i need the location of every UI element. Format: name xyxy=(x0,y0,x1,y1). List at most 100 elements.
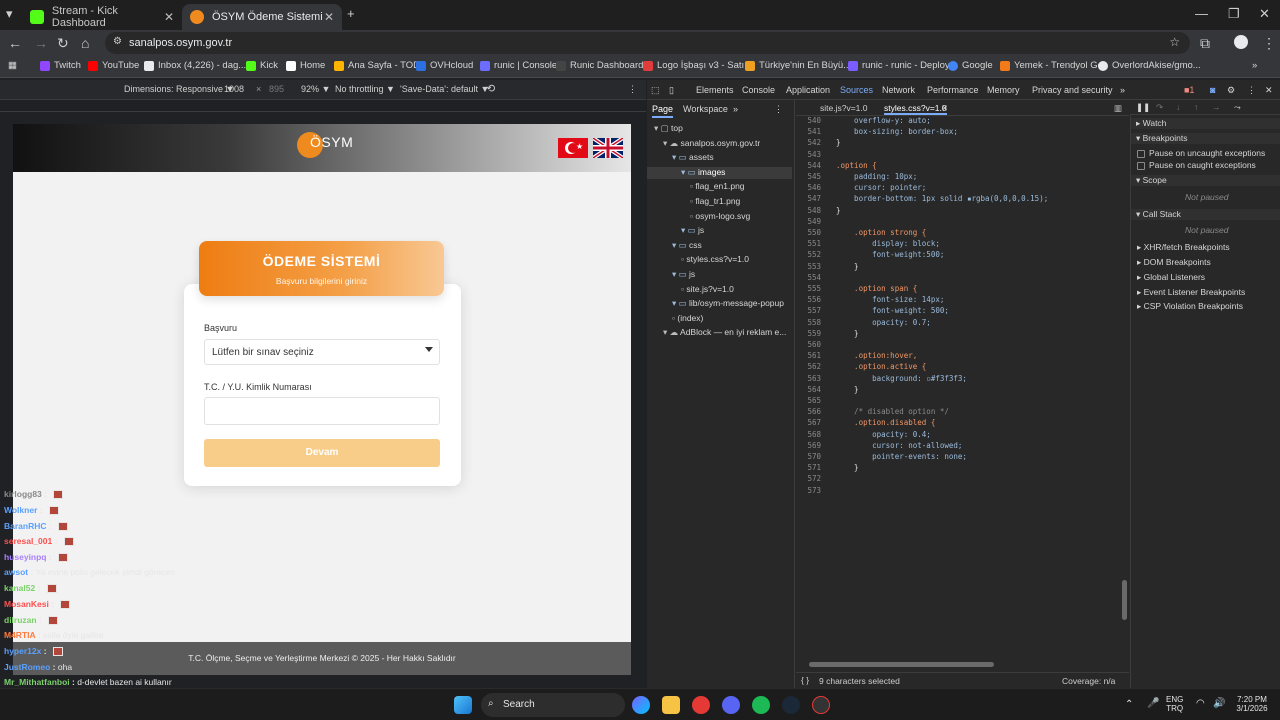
rotate-icon[interactable]: ⟲ xyxy=(486,82,495,95)
code-line[interactable]: box-sizing: border-box; xyxy=(836,127,958,136)
more-nav-icon[interactable]: » xyxy=(733,104,738,114)
debugger-item[interactable]: ▸ Event Listener Breakpoints xyxy=(1137,287,1245,298)
debugger-checkbox[interactable]: Pause on uncaught exceptions xyxy=(1137,148,1265,158)
bookmark-youtube[interactable]: YouTube xyxy=(88,60,139,71)
tab-kick-dashboard[interactable]: Stream - Kick Dashboard ✕ xyxy=(22,4,182,30)
chat-username[interactable]: Wolkner xyxy=(4,505,37,515)
more-tabs-icon[interactable]: » xyxy=(1120,85,1125,95)
bookmark-ovhcloud[interactable]: OVHcloud xyxy=(416,60,473,71)
nav-tab-page[interactable]: Page xyxy=(652,104,674,118)
code-line[interactable]: display: block; xyxy=(836,239,940,248)
chat-username[interactable]: M4RTIA xyxy=(4,630,35,640)
code-line[interactable]: font-weight: 500; xyxy=(836,306,949,315)
address-bar[interactable]: ⚙ sanalpos.osym.gov.tr ☆ xyxy=(105,32,1190,54)
code-line[interactable]: } xyxy=(836,329,859,338)
volume-icon[interactable]: 🔊 xyxy=(1213,698,1225,709)
tree-item[interactable]: ▾ ▭ js xyxy=(672,269,695,280)
bookmark-github[interactable]: OverlordAkise/gmo... xyxy=(1098,60,1201,71)
debugger-section-header[interactable]: ▾ Scope xyxy=(1131,175,1280,186)
restore-icon[interactable]: ❐ xyxy=(1228,6,1240,22)
tray-chevron-icon[interactable]: ⌃ xyxy=(1125,699,1133,710)
debugger-item[interactable]: ▸ CSP Violation Breakpoints xyxy=(1137,301,1243,312)
uk-flag-icon[interactable] xyxy=(593,138,623,158)
chat-username[interactable]: BaranRHC xyxy=(4,521,47,531)
chat-username[interactable]: awsot xyxy=(4,567,28,577)
step-into-icon[interactable]: ↓ xyxy=(1176,102,1180,112)
nav-menu-icon[interactable]: ⋮ xyxy=(774,104,783,115)
device-menu-icon[interactable]: ⋮ xyxy=(628,84,637,95)
inspect-icon[interactable]: ⬚ xyxy=(651,85,660,96)
tab-application[interactable]: Application xyxy=(786,85,830,95)
chat-username[interactable]: MosanKesi xyxy=(4,599,49,609)
spotify-icon[interactable] xyxy=(752,696,770,714)
code-line[interactable]: pointer-events: none; xyxy=(836,452,967,461)
bookmark-logo-isbasi[interactable]: Logo İşbaşı v3 - Satı... xyxy=(643,60,752,71)
checkbox-icon[interactable] xyxy=(1137,161,1145,170)
bookmark-home[interactable]: Home xyxy=(286,60,325,71)
zoom-select[interactable]: 92% ▼ xyxy=(301,84,330,94)
code-line[interactable]: } xyxy=(836,262,859,271)
tab-elements[interactable]: Elements xyxy=(696,85,734,95)
new-tab-icon[interactable]: + xyxy=(347,6,355,21)
tab-network[interactable]: Network xyxy=(882,85,915,95)
close-window-icon[interactable]: ✕ xyxy=(1259,6,1270,22)
code-line[interactable]: font-weight:500; xyxy=(836,250,944,259)
chat-username[interactable]: kirlogg83 xyxy=(4,489,42,499)
vertical-scrollbar[interactable] xyxy=(1122,580,1127,620)
copilot-icon[interactable] xyxy=(632,696,650,714)
step-out-icon[interactable]: ↑ xyxy=(1194,102,1198,112)
checkbox-icon[interactable] xyxy=(1137,149,1145,158)
debugger-item[interactable]: ▸ XHR/fetch Breakpoints xyxy=(1137,242,1230,253)
debugger-item[interactable]: ▸ Global Listeners xyxy=(1137,272,1205,283)
toggle-debugger-icon[interactable]: ▥ xyxy=(1114,103,1122,114)
tree-item[interactable]: ▾ ▭ css xyxy=(672,240,702,251)
code-line[interactable]: .option.active { xyxy=(836,362,926,371)
chat-username[interactable]: huseyinpq xyxy=(4,552,47,562)
bookmark-tod[interactable]: Ana Sayfa - TOD xyxy=(334,60,420,71)
language-indicator[interactable]: ENG TRQ xyxy=(1166,695,1183,713)
debugger-section-header[interactable]: ▾ Call Stack xyxy=(1131,209,1280,220)
devtools-menu-icon[interactable]: ⋮ xyxy=(1247,85,1256,96)
continue-button[interactable]: Devam xyxy=(204,439,440,467)
close-icon[interactable]: ✕ xyxy=(941,103,948,114)
close-devtools-icon[interactable]: ✕ xyxy=(1265,85,1273,96)
step-icon[interactable]: → xyxy=(1212,102,1221,112)
tab-sources[interactable]: Sources xyxy=(840,85,873,95)
microphone-icon[interactable]: 🎤 xyxy=(1147,698,1159,709)
bookmark-star-icon[interactable]: ☆ xyxy=(1169,35,1180,49)
tree-item[interactable]: ▾ ☁ sanalpos.osym.gov.tr xyxy=(663,138,760,149)
wifi-icon[interactable]: ◠ xyxy=(1196,698,1205,709)
tree-item[interactable]: ▾ ▭ lib/osym-message-popup xyxy=(672,298,784,309)
tree-item[interactable]: ▫ (index) xyxy=(672,313,703,323)
minimize-icon[interactable]: — xyxy=(1195,6,1208,21)
chat-username[interactable]: kanal52 xyxy=(4,583,35,593)
code-line[interactable]: .option span { xyxy=(836,284,917,293)
height-input[interactable]: 895 xyxy=(269,84,284,94)
code-line[interactable]: border-bottom: 1px solid ▪rgba(0,0,0,0.1… xyxy=(836,194,1048,203)
pause-icon[interactable]: ❚❚ xyxy=(1136,102,1150,113)
code-line[interactable]: background: ▫#f3f3f3; xyxy=(836,374,967,383)
code-line[interactable]: overflow-y: auto; xyxy=(836,116,931,125)
tree-item[interactable]: ▫ flag_tr1.png xyxy=(690,196,740,206)
code-line[interactable]: .option strong { xyxy=(836,228,926,237)
tab-privacy[interactable]: Privacy and security xyxy=(1032,85,1113,95)
reload-icon[interactable]: ↻ xyxy=(57,35,69,52)
code-line[interactable]: } xyxy=(836,138,841,147)
chat-username[interactable]: dilruzan xyxy=(4,615,37,625)
tab-osym[interactable]: ÖSYM Ödeme Sistemi ✕ xyxy=(182,4,342,30)
tree-item[interactable]: ▫ site.js?v=1.0 xyxy=(681,284,734,294)
windows-start-icon[interactable] xyxy=(454,696,472,714)
tab-search-icon[interactable]: ▾ xyxy=(6,6,13,22)
bookmark-turkiye[interactable]: Türkiye'nin En Büyü... xyxy=(745,60,851,71)
code-line[interactable]: cursor: not-allowed; xyxy=(836,441,962,450)
extensions-icon[interactable]: ⧉ xyxy=(1200,35,1210,52)
bookmark-runic-deploy[interactable]: runic - runic - Deploy xyxy=(848,60,950,71)
debugger-section-header[interactable]: ▾ Breakpoints xyxy=(1131,133,1280,144)
forward-icon[interactable]: → xyxy=(34,35,48,51)
code-line[interactable]: .option:hover, xyxy=(836,351,917,360)
format-icon[interactable]: { } xyxy=(801,675,809,685)
code-line[interactable]: } xyxy=(836,206,841,215)
bookmark-inbox[interactable]: Inbox (4,226) - dag... xyxy=(144,60,246,71)
tree-item[interactable]: ▾ ▭ assets xyxy=(672,152,714,163)
exam-select[interactable]: Lütfen bir sınav seçiniz xyxy=(204,339,440,365)
